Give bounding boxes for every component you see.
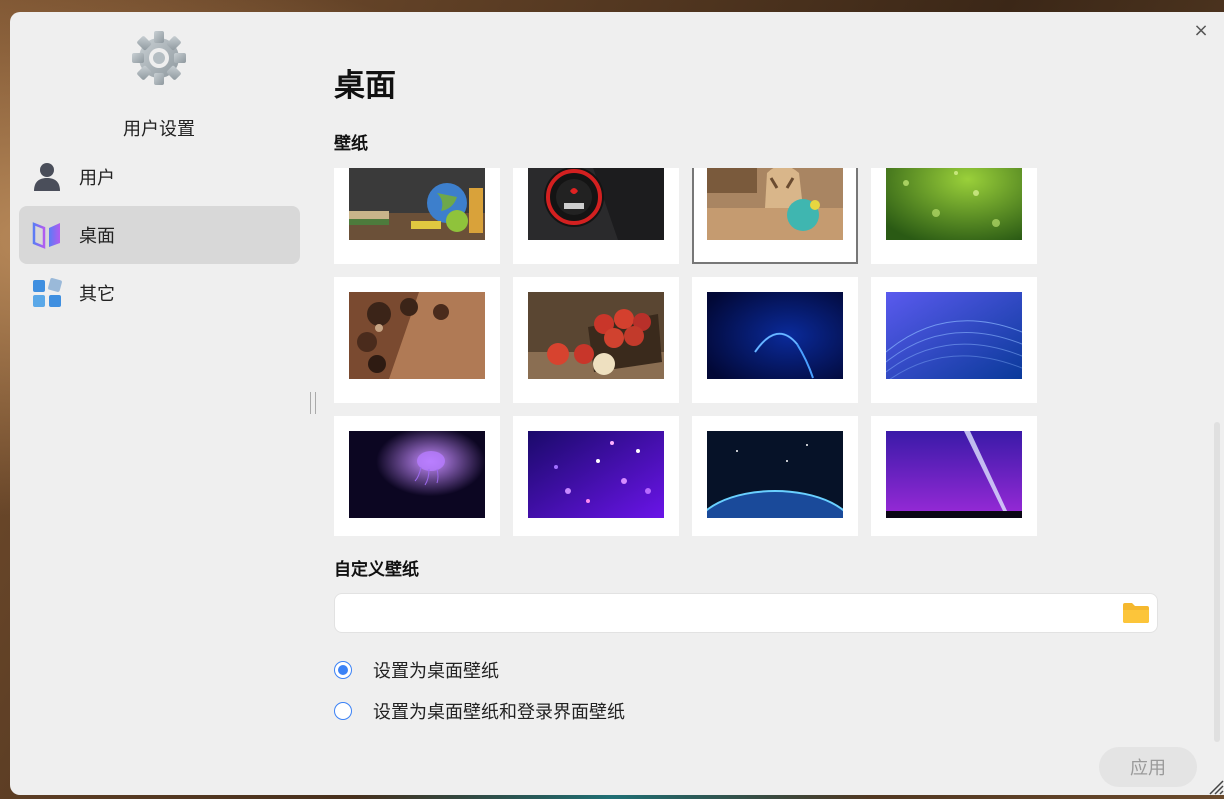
folder-icon[interactable] xyxy=(1122,602,1150,624)
scrollbar-thumb[interactable] xyxy=(1214,422,1220,742)
wallpaper-thumbnail xyxy=(707,431,843,518)
wallpaper-tile[interactable] xyxy=(871,168,1037,264)
wallpaper-tile[interactable] xyxy=(692,277,858,403)
sidebar-item-label: 桌面 xyxy=(79,226,115,247)
wallpaper-tile[interactable] xyxy=(513,168,679,264)
radio-button[interactable] xyxy=(334,702,352,720)
app-title: 用户设置 xyxy=(123,119,195,140)
wallpaper-thumbnail xyxy=(886,292,1022,379)
wallpaper-tile[interactable] xyxy=(334,277,500,403)
wallpaper-thumbnail xyxy=(528,431,664,518)
scrollbar[interactable] xyxy=(1214,422,1220,742)
sidebar-item-label: 其它 xyxy=(79,284,115,305)
apply-button[interactable]: 应用 xyxy=(1099,747,1197,787)
radio-option-desktop-and-login[interactable]: 设置为桌面壁纸和登录界面壁纸 xyxy=(334,698,625,724)
resize-grip-icon[interactable] xyxy=(1204,775,1224,795)
radio-label: 设置为桌面壁纸 xyxy=(373,661,499,682)
sidebar-item-user[interactable]: 用户 xyxy=(19,148,300,206)
radio-option-desktop[interactable]: 设置为桌面壁纸 xyxy=(334,657,499,683)
wallpaper-tile[interactable] xyxy=(871,416,1037,536)
main-panel: 桌面 壁纸 自定义壁纸 设置为桌面壁纸 设置为桌面壁纸和登录界面壁纸 应用 xyxy=(334,12,1224,795)
desktop-icon xyxy=(31,219,63,251)
page-title: 桌面 xyxy=(334,68,396,104)
wallpaper-grid xyxy=(334,168,1054,536)
wallpaper-thumbnail xyxy=(707,292,843,379)
custom-wallpaper-section-title: 自定义壁纸 xyxy=(334,560,419,580)
wallpaper-tile[interactable] xyxy=(334,416,500,536)
wallpaper-thumbnail xyxy=(349,292,485,379)
radio-label: 设置为桌面壁纸和登录界面壁纸 xyxy=(373,702,625,723)
sidebar-item-label: 用户 xyxy=(79,168,115,189)
wallpaper-tile[interactable] xyxy=(513,416,679,536)
radio-button[interactable] xyxy=(334,661,352,679)
settings-window: × 用户设置 用户 桌面 其它 桌面 壁纸 自定义壁纸 设置为桌面壁纸 设置为桌… xyxy=(10,12,1224,795)
gear-icon xyxy=(132,31,186,85)
wallpaper-thumbnail xyxy=(349,431,485,518)
user-icon xyxy=(31,161,63,193)
wallpaper-thumbnail xyxy=(707,168,843,240)
wallpaper-tile[interactable] xyxy=(871,277,1037,403)
wallpaper-tile[interactable] xyxy=(334,168,500,264)
wallpaper-thumbnail xyxy=(886,431,1022,518)
sidebar-item-desktop[interactable]: 桌面 xyxy=(19,206,300,264)
wallpaper-thumbnail xyxy=(528,168,664,240)
apps-icon xyxy=(31,277,63,309)
splitter-handle[interactable] xyxy=(310,392,316,414)
wallpaper-tile[interactable] xyxy=(513,277,679,403)
wallpaper-thumbnail xyxy=(528,292,664,379)
wallpaper-thumbnail xyxy=(349,168,485,240)
wallpaper-section-title: 壁纸 xyxy=(334,134,368,154)
sidebar: 用户设置 用户 桌面 其它 xyxy=(10,12,310,795)
wallpaper-tile[interactable] xyxy=(692,416,858,536)
sidebar-item-other[interactable]: 其它 xyxy=(19,264,300,322)
wallpaper-tile-selected[interactable] xyxy=(692,168,858,264)
custom-wallpaper-path-input[interactable] xyxy=(334,593,1158,633)
wallpaper-thumbnail xyxy=(886,168,1022,240)
